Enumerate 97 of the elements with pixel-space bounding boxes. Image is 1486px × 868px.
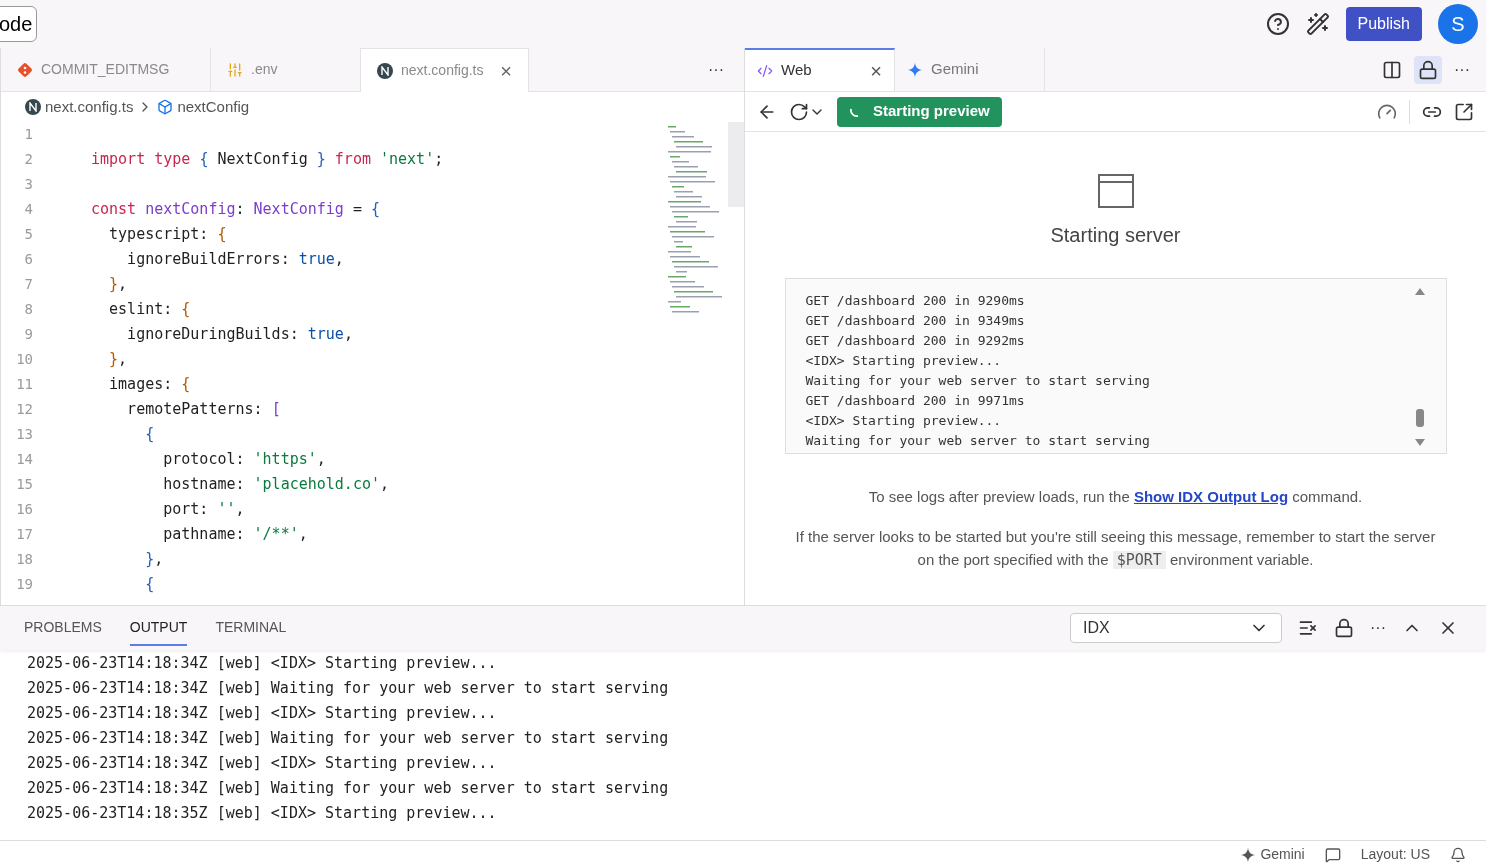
panel-tab[interactable]: OUTPUT [129,610,188,646]
line-number: 15 [15,475,34,494]
bell-icon[interactable] [1450,846,1466,863]
code-line: port: '', [162,499,245,521]
more-button[interactable]: ··· [708,57,724,82]
code-line: ignoreDuringBuilds: true, [126,324,353,346]
next-icon [25,99,41,115]
feedback-icon[interactable] [1324,846,1341,863]
log-line: <IDX> Starting preview... [805,352,1003,370]
close-icon[interactable]: × [870,55,882,86]
more-button[interactable]: ··· [1370,616,1386,640]
close-icon[interactable]: × [500,55,512,86]
symbol-icon [157,99,174,115]
line-number: 3 [23,175,34,194]
code-line: eslint: { [108,299,191,321]
log-line: GET /dashboard 200 in 9349ms [805,312,1026,330]
preview-heading: Starting server [1050,223,1181,248]
log-line: <IDX> Starting preview... [805,412,1003,430]
log-line: GET /dashboard 200 in 9290ms [805,292,1026,310]
code-line: const nextConfig: NextConfig = { [91,199,380,221]
line-number: 4 [23,200,34,219]
code-line: import type { NextConfig } from 'next'; [91,149,444,171]
status-badge: Starting preview [837,96,1002,127]
channel-select[interactable]: IDX [1070,613,1282,643]
output-line: 2025-06-23T14:18:34Z [web] Waiting for your web server to start serving [27,728,670,749]
editor-tab[interactable]: next.config.ts × [361,48,529,92]
log-line: Waiting for your web server to start serving [805,432,1151,450]
output-line: 2025-06-23T14:18:34Z [web] <IDX> Starting preview... [27,753,498,774]
log-line: GET /dashboard 200 in 9971ms [805,392,1026,410]
output-line: 2025-06-23T14:18:34Z [web] <IDX> Starting preview... [27,653,498,674]
line-number: 2 [23,150,34,169]
output-log-link[interactable]: Show IDX Output Log [1133,488,1289,505]
scrollbar-thumb[interactable] [728,122,744,207]
log-line: Waiting for your web server to start serving [805,372,1151,390]
line-number: 16 [15,500,34,519]
line-number: 7 [23,275,34,294]
app-title[interactable]: ode [0,6,38,42]
more-button[interactable]: ··· [1454,57,1470,82]
line-number: 18 [15,550,34,569]
layout-status[interactable]: Layout: US [1360,844,1430,865]
code-line: }, [144,549,164,571]
code-line: ignoreBuildErrors: true, [126,249,344,271]
line-number: 6 [23,250,34,269]
reload-icon [789,101,809,122]
code-line: }, [108,274,128,296]
line-number: 14 [15,450,34,469]
output-line: 2025-06-23T14:18:34Z [web] Waiting for your web server to start serving [27,678,670,699]
preview-tab[interactable]: Gemini [895,48,1045,91]
clear-output-icon[interactable] [1298,618,1318,638]
output-line: 2025-06-23T14:18:34Z [web] Waiting for your web server to start serving [27,778,670,799]
breadcrumb[interactable]: next.config.ts [45,95,134,119]
tab-label: Web [781,60,812,81]
code-line: images: { [108,374,191,396]
hint-text: To see logs after preview loads, run the Show IDX Output Log command. [868,487,1363,507]
open-external-icon[interactable] [1454,101,1474,122]
line-number: 5 [23,225,34,244]
next-icon [377,62,393,79]
code-line: { [144,424,155,446]
line-number: 10 [15,350,34,369]
line-number: 11 [15,375,34,394]
tab-label: Gemini [931,59,979,80]
split-icon[interactable] [1382,59,1402,80]
line-number: 8 [23,300,34,319]
line-number: 9 [23,325,34,344]
output-line: 2025-06-23T14:18:35Z [web] <IDX> Starting preview... [27,803,498,824]
code-line: remotePatterns: [ [126,399,281,421]
note-text: If the server looks to be started but you're still seeing this message, remember to start the server on the port specified with the $PORT environment variable. [795,526,1436,571]
magic-wand-icon[interactable] [1305,12,1330,36]
code-line: pathname: '/**', [162,524,308,546]
code-icon [757,62,773,79]
log-line: GET /dashboard 200 in 9292ms [805,332,1026,350]
help-icon[interactable] [1265,12,1290,36]
user-avatar[interactable]: S [1438,4,1478,44]
line-number: 19 [15,575,34,594]
window-icon [1097,174,1134,208]
code-line: hostname: 'placehold.co', [162,474,390,496]
line-number: 13 [15,425,34,444]
code-line: { [144,574,155,596]
gemini-status[interactable]: Gemini [1240,844,1305,865]
line-number: 17 [15,525,34,544]
code-line: }, [108,349,128,371]
preview-tab[interactable]: Web × [745,48,895,91]
line-number: 12 [15,400,34,419]
panel-tab[interactable]: PROBLEMS [24,610,102,646]
breadcrumb[interactable]: nextConfig [177,95,250,119]
tab-label: .env [251,60,278,79]
tab-label: next.config.ts [401,61,484,80]
tab-label: COMMIT_EDITMSG [41,60,170,79]
code-line: protocol: 'https', [162,449,326,471]
sliders-icon [227,61,243,78]
code-line: typescript: { [108,224,227,246]
output-line: 2025-06-23T14:18:34Z [web] <IDX> Starting preview... [27,703,498,724]
panel-tab[interactable]: TERMINAL [215,610,287,646]
line-number: 1 [23,125,34,144]
lock-icon[interactable] [1334,618,1354,638]
lock-button[interactable] [1414,55,1442,84]
publish-button[interactable]: Publish [1345,7,1422,41]
